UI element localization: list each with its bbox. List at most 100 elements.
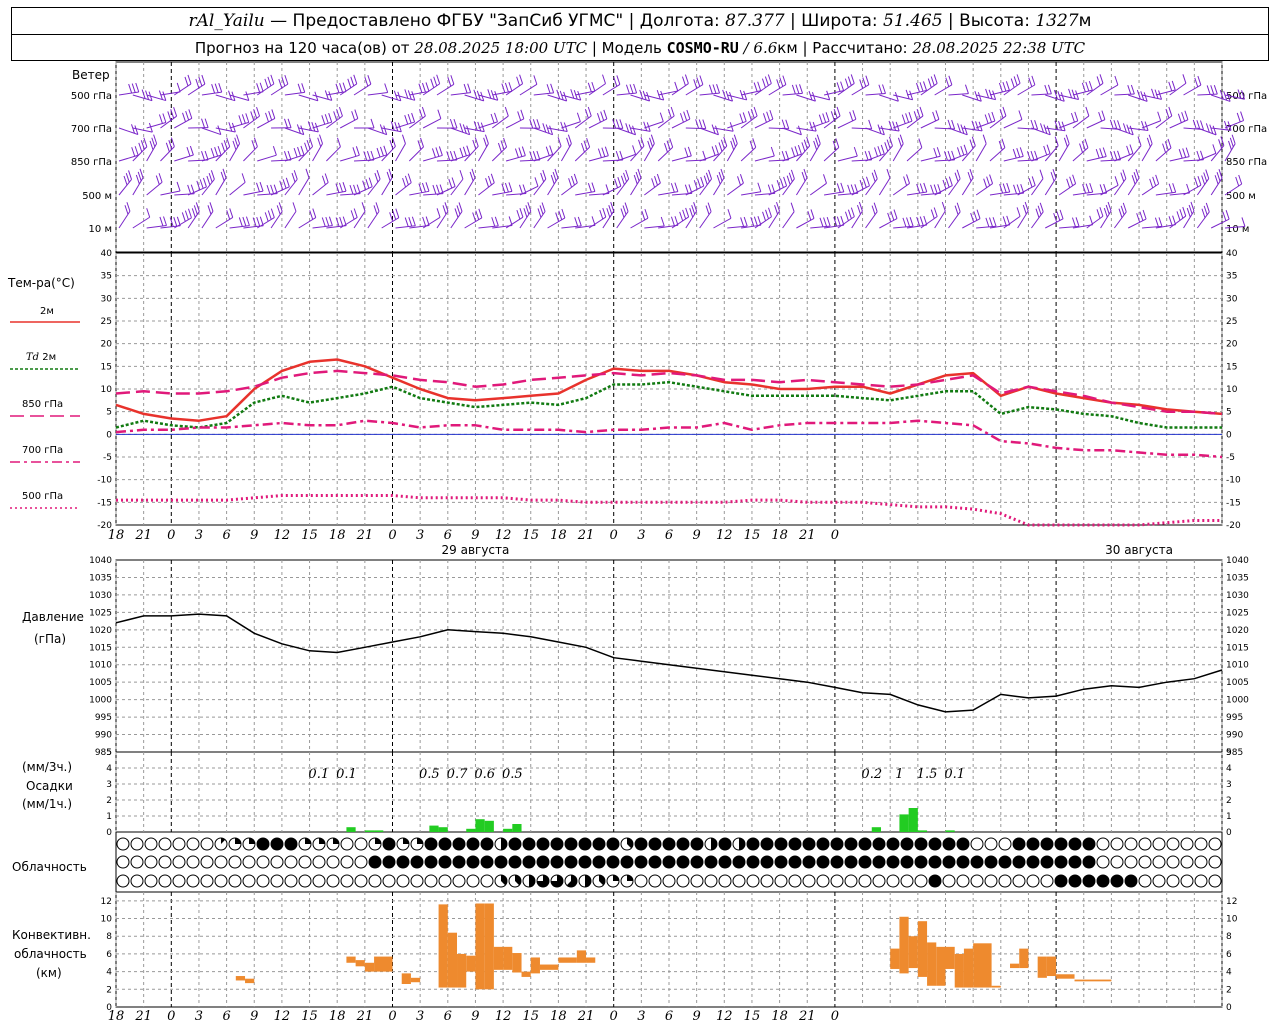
wind-barb-flag (1019, 147, 1024, 157)
wind-barb (1058, 94, 1079, 101)
wind-barb-flag (401, 134, 406, 144)
wind-barb-flag (430, 78, 435, 88)
precip-ytick-left: 0 (106, 828, 112, 838)
wind-barb-flag (1075, 90, 1080, 100)
cloud-circle (1096, 855, 1110, 869)
cloud-symbol (928, 855, 942, 869)
wind-barb-flag (1235, 176, 1240, 187)
cloud-circle (746, 837, 760, 851)
wind-barb-flag (466, 145, 471, 155)
wind-barb-flag (587, 183, 592, 193)
wind-barb (588, 83, 606, 96)
cloud-circle (1180, 837, 1194, 851)
wind-barb (644, 94, 664, 101)
cloud-symbol (326, 874, 340, 888)
wind-barb-flag (1139, 211, 1144, 221)
cloud-circle (116, 874, 130, 888)
wind-barb-flag (932, 111, 937, 122)
wind-barb-flag (256, 83, 261, 93)
cloud-symbol (494, 855, 508, 869)
wind-barb-flag (463, 83, 468, 94)
wind-barb-flag (454, 208, 459, 218)
wind-barb-flag (1205, 202, 1210, 213)
wind-barb (270, 83, 289, 96)
wind-barb-flag (916, 183, 921, 194)
cloud-symbol (1208, 855, 1222, 869)
wind-barb (699, 92, 720, 96)
wind-barb-flag (550, 174, 555, 185)
wind-barb-flag (545, 146, 550, 156)
wind-barb-flag (1046, 144, 1051, 154)
wind-barb-flag (716, 84, 721, 94)
wind-barb-flag (390, 121, 395, 131)
cloud-circle (970, 874, 984, 888)
wind-barb-flag (529, 119, 534, 129)
cloud-symbol (606, 874, 620, 888)
wind-barb-flag (422, 216, 427, 227)
wind-barb-flag (1039, 169, 1044, 179)
cloud-circle (116, 837, 130, 851)
wind-barb-flag (1122, 202, 1127, 213)
wind-barb (754, 216, 772, 229)
cloud-symbol (970, 855, 984, 869)
wind-barb (491, 115, 509, 129)
cloud-symbol (368, 855, 382, 869)
wind-barb-flag (1171, 80, 1176, 91)
precip-bar (899, 814, 909, 832)
cloud-symbol (536, 874, 550, 888)
wind-barb-flag (670, 216, 675, 226)
wind-barb-flag (684, 147, 689, 157)
hour-tick-label: 0 (610, 528, 618, 543)
wind-barb-flag (909, 90, 914, 100)
wind-barb (782, 153, 802, 162)
cloud-circle (256, 837, 270, 851)
wind-barb-flag (906, 174, 911, 184)
cloud-circle (844, 837, 858, 851)
wind-barb-flag (880, 144, 885, 155)
wind-barb (132, 146, 148, 162)
cloud-circle (1138, 837, 1152, 851)
wind-barb (1003, 215, 1021, 229)
cloud-circle (984, 855, 998, 869)
wind-barb-flag (573, 173, 578, 184)
cloud-symbol (774, 837, 788, 851)
cloud-circle (1082, 837, 1096, 851)
wind-barb-flag (473, 89, 478, 99)
wind-barb-flag (1079, 143, 1084, 153)
wind-barb-flag (801, 142, 806, 152)
convective-bar (530, 957, 540, 974)
wind-barb (1114, 93, 1135, 96)
cloud-symbol (956, 837, 970, 851)
cloud-fill (585, 875, 591, 887)
wind-barb-flag (448, 178, 453, 189)
wind-barb-flag (1013, 184, 1018, 194)
cloud-circle (984, 874, 998, 888)
cloud-symbol (1124, 855, 1138, 869)
wind-barb-flag (128, 83, 133, 94)
conv-ytick-right: 12 (1226, 897, 1237, 907)
cloud-fill (711, 838, 717, 850)
wind-barb (257, 118, 276, 129)
convective-bar (917, 921, 928, 977)
cloud-symbol (550, 874, 564, 888)
wind-barb-flag (291, 172, 296, 183)
cloud-symbol (1180, 855, 1194, 869)
cloud-symbol (424, 855, 438, 869)
wind-barb-flag (552, 171, 557, 182)
wind-barb-flag (256, 106, 261, 117)
conv-ytick-left: 12 (101, 897, 112, 907)
wind-barb-flag (226, 137, 231, 147)
hour-tick-label: 18 (771, 1009, 788, 1024)
cloud-symbol (606, 837, 620, 851)
wind-barb-flag (822, 113, 827, 123)
wind-barb (892, 183, 910, 196)
wind-barb-flag (176, 82, 181, 93)
cloud-circle (886, 837, 900, 851)
wind-barb-flag (826, 216, 831, 227)
cloud-circle (200, 837, 214, 851)
cloud-symbol (256, 837, 270, 851)
hour-tick-label: 3 (195, 1009, 203, 1024)
cloud-circle (340, 837, 354, 851)
cloud-symbol (1012, 855, 1026, 869)
wind-barb-flag (211, 84, 216, 94)
